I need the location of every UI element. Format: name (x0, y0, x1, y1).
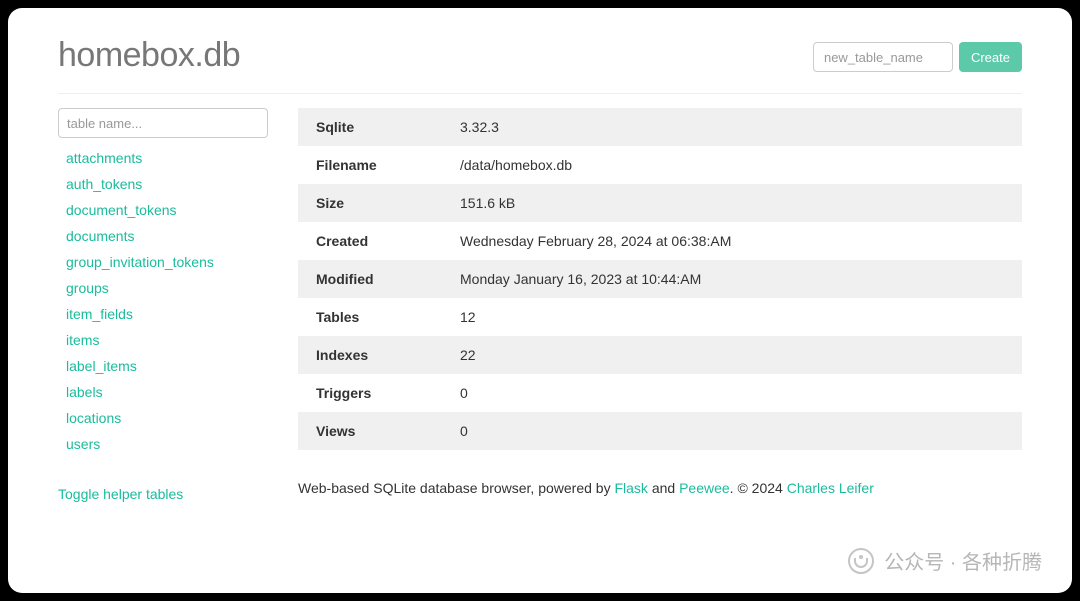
table-link[interactable]: attachments (66, 150, 142, 166)
table-list: attachments auth_tokens document_tokensdoc… (58, 146, 268, 458)
list-item: item_fields (66, 302, 268, 328)
table-link[interactable]: item_fields (66, 306, 133, 322)
list-item: group_invitation_tokens (66, 250, 268, 276)
new-table-name-input[interactable] (813, 42, 953, 72)
table-row: Views0 (298, 412, 1022, 450)
table-link[interactable]: users (66, 436, 100, 452)
info-value: 0 (448, 374, 1022, 412)
table-row: CreatedWednesday February 28, 2024 at 06… (298, 222, 1022, 260)
header: homebox.db Create (58, 36, 1022, 94)
info-value: Monday January 16, 2023 at 10:44:AM (448, 260, 1022, 298)
info-value: Wednesday February 28, 2024 at 06:38:AM (448, 222, 1022, 260)
app-window: homebox.db Create attachments auth_tokens… (8, 8, 1072, 593)
list-item: users (66, 432, 268, 458)
list-item: document_tokens (66, 198, 268, 224)
table-link[interactable]: auth_tokens (66, 176, 142, 192)
table-row: ModifiedMonday January 16, 2023 at 10:44… (298, 260, 1022, 298)
info-label: Sqlite (298, 108, 448, 146)
create-button[interactable]: Create (959, 42, 1022, 72)
list-item: label_items (66, 354, 268, 380)
info-value: 151.6 kB (448, 184, 1022, 222)
footer-text: Web-based SQLite database browser, power… (298, 480, 614, 496)
create-table-form: Create (813, 42, 1022, 72)
wechat-icon (848, 548, 874, 574)
flask-link[interactable]: Flask (614, 480, 647, 496)
footer-text: and (648, 480, 679, 496)
info-value: /data/homebox.db (448, 146, 1022, 184)
info-label: Tables (298, 298, 448, 336)
table-row: Tables12 (298, 298, 1022, 336)
info-value: 12 (448, 298, 1022, 336)
list-item: labels (66, 380, 268, 406)
watermark-text: 公众号 · 各种折腾 (884, 546, 1042, 575)
body: attachments auth_tokens document_tokensdoc… (58, 108, 1022, 502)
info-value: 0 (448, 412, 1022, 450)
table-row: Filename/data/homebox.db (298, 146, 1022, 184)
table-link[interactable]: group_invitation_tokens (66, 254, 214, 270)
main-content: Sqlite3.32.3Filename/data/homebox.dbSize… (298, 108, 1022, 502)
table-link[interactable]: label_items (66, 358, 137, 374)
info-label: Triggers (298, 374, 448, 412)
info-label: Size (298, 184, 448, 222)
table-row: Size151.6 kB (298, 184, 1022, 222)
table-row: Sqlite3.32.3 (298, 108, 1022, 146)
list-item: items (66, 328, 268, 354)
list-item: groups (66, 276, 268, 302)
info-label: Views (298, 412, 448, 450)
info-value: 3.32.3 (448, 108, 1022, 146)
info-value: 22 (448, 336, 1022, 374)
db-info-table: Sqlite3.32.3Filename/data/homebox.dbSize… (298, 108, 1022, 450)
info-label: Indexes (298, 336, 448, 374)
table-row: Triggers0 (298, 374, 1022, 412)
info-label: Filename (298, 146, 448, 184)
watermark: 公众号 · 各种折腾 (848, 546, 1042, 575)
table-link[interactable]: labels (66, 384, 103, 400)
toggle-helper-tables-link[interactable]: Toggle helper tables (58, 486, 268, 502)
table-link[interactable]: groups (66, 280, 109, 296)
table-row: Indexes22 (298, 336, 1022, 374)
footer-text: . © 2024 (730, 480, 787, 496)
table-link[interactable]: documents (66, 228, 134, 244)
peewee-link[interactable]: Peewee (679, 480, 730, 496)
info-label: Modified (298, 260, 448, 298)
sidebar: attachments auth_tokens document_tokensdoc… (58, 108, 268, 502)
list-item: documents (66, 224, 268, 250)
author-link[interactable]: Charles Leifer (787, 480, 874, 496)
table-link[interactable]: locations (66, 410, 121, 426)
list-item: locations (66, 406, 268, 432)
list-item: auth_tokens (66, 172, 268, 198)
list-item: attachments (66, 146, 268, 172)
table-filter-input[interactable] (58, 108, 268, 138)
table-link[interactable]: items (66, 332, 99, 348)
info-label: Created (298, 222, 448, 260)
footer: Web-based SQLite database browser, power… (298, 480, 1022, 496)
page-title: homebox.db (58, 36, 240, 75)
table-link[interactable]: document_tokens (66, 202, 177, 218)
